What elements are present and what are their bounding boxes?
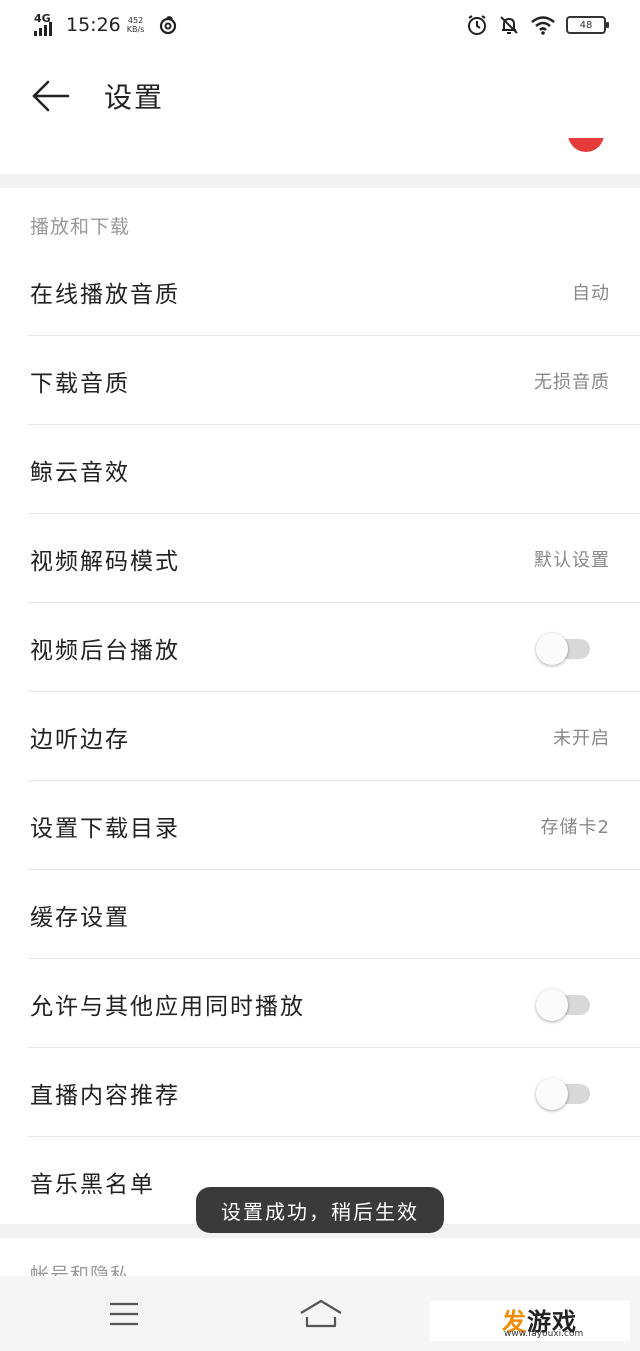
mute-bell-icon: [500, 16, 518, 34]
setting-value: 自动: [572, 282, 610, 304]
network-speed: 452 KB/s: [127, 16, 145, 34]
setting-label: 下载音质: [30, 370, 130, 397]
setting-label: 视频解码模式: [30, 548, 180, 575]
avatar-partial: [568, 138, 604, 154]
setting-label: 直播内容推荐: [30, 1082, 180, 1109]
setting-video-decode[interactable]: 视频解码模式 默认设置: [0, 514, 640, 603]
section-header-playback: 播放和下载: [30, 216, 131, 238]
setting-download-dir[interactable]: 设置下载目录 存储卡2: [0, 781, 640, 870]
setting-video-background: 视频后台播放: [0, 603, 640, 692]
setting-value: 默认设置: [534, 549, 610, 571]
setting-listen-save[interactable]: 边听边存 未开启: [0, 692, 640, 781]
menu-icon: [110, 1302, 138, 1326]
setting-label: 在线播放音质: [30, 281, 180, 308]
site-watermark: 发游戏 www.fayouxi.com: [430, 1301, 630, 1341]
signal-icon: 4G: [32, 12, 62, 37]
wifi-icon: [531, 16, 555, 35]
setting-value: 未开启: [553, 727, 610, 749]
setting-allow-mixing: 允许与其他应用同时播放: [0, 959, 640, 1048]
setting-label: 视频后台播放: [30, 637, 180, 664]
status-bar: 4G 15:26 452 KB/s 48: [0, 0, 640, 50]
setting-download-quality[interactable]: 下载音质 无损音质: [0, 336, 640, 425]
battery-level: 48: [579, 19, 593, 31]
section-header-account-text: 帐号和隐私: [30, 1264, 131, 1276]
nav-home-button[interactable]: [296, 1296, 346, 1332]
video-background-toggle[interactable]: [536, 633, 592, 665]
setting-value: 无损音质: [534, 371, 610, 393]
battery-icon: 48: [566, 16, 609, 34]
status-right: 48: [466, 12, 609, 38]
arrow-left-icon: [32, 80, 70, 112]
setting-label: 边听边存: [30, 726, 130, 753]
home-icon: [300, 1299, 342, 1328]
setting-online-quality[interactable]: 在线播放音质 自动: [0, 247, 640, 336]
setting-label: 设置下载目录: [30, 815, 180, 842]
section-header-account: 帐号和隐私: [30, 1262, 130, 1276]
toast-message: 设置成功，稍后生效: [196, 1187, 444, 1233]
setting-value: 存储卡2: [540, 816, 610, 838]
watermark-url: www.fayouxi.com: [504, 1329, 584, 1339]
setting-whale-sound[interactable]: 鲸云音效: [0, 425, 640, 514]
app-header: 设置: [0, 50, 640, 142]
setting-label: 音乐黑名单: [30, 1171, 155, 1198]
status-left: 4G 15:26 452 KB/s: [32, 10, 178, 40]
speed-value: 452: [127, 16, 144, 25]
status-time: 15:26: [66, 14, 121, 36]
setting-label: 允许与其他应用同时播放: [30, 993, 305, 1020]
back-button[interactable]: [26, 74, 74, 118]
netease-music-icon: [160, 16, 177, 35]
setting-live-recommend: 直播内容推荐: [0, 1048, 640, 1137]
section-separator: [0, 174, 640, 188]
allow-mixing-toggle[interactable]: [536, 989, 592, 1021]
setting-cache[interactable]: 缓存设置: [0, 870, 640, 959]
live-recommend-toggle[interactable]: [536, 1078, 592, 1110]
setting-label: 鲸云音效: [30, 459, 130, 486]
speed-unit: KB/s: [126, 25, 145, 34]
setting-label: 缓存设置: [30, 904, 130, 931]
page-title: 设置: [104, 81, 165, 114]
alarm-icon: [468, 15, 486, 35]
nav-menu-button[interactable]: [104, 1298, 144, 1330]
